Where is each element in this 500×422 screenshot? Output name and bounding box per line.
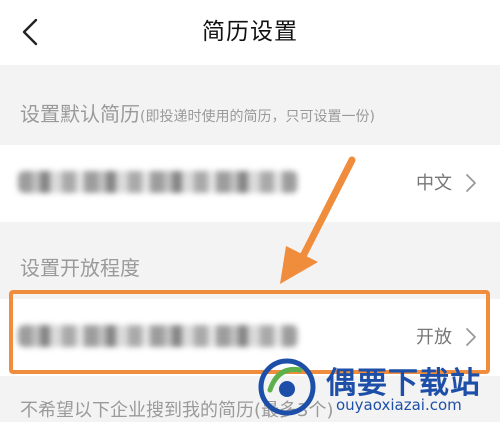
default-resume-section-title: 设置默认简历(即投递时使用的简历，只可设置一份) [20, 98, 375, 127]
default-resume-title: 设置默认简历 [20, 102, 140, 126]
visibility-value: 开放 [416, 327, 452, 348]
chevron-right-icon [466, 328, 476, 346]
default-resume-language: 中文 [416, 173, 452, 194]
visibility-section-title: 设置开放程度 [20, 256, 140, 280]
block-companies-section-title: 不希望以下企业搜到我的简历(最多3个) [20, 400, 334, 421]
default-resume-note: (即投递时使用的简历，只可设置一份) [140, 109, 375, 125]
blurred-resume-name [18, 171, 298, 193]
visibility-row[interactable]: 开放 [0, 299, 500, 376]
back-button[interactable] [14, 14, 54, 50]
chevron-left-icon [22, 18, 38, 46]
watermark-url: ouyaoxiazai.com [336, 396, 462, 414]
default-resume-row[interactable]: 中文 [0, 145, 500, 222]
blurred-resume-name [18, 325, 298, 347]
page-title: 简历设置 [202, 19, 298, 45]
chevron-right-icon [466, 174, 476, 192]
top-bar: 简历设置 [0, 0, 500, 65]
